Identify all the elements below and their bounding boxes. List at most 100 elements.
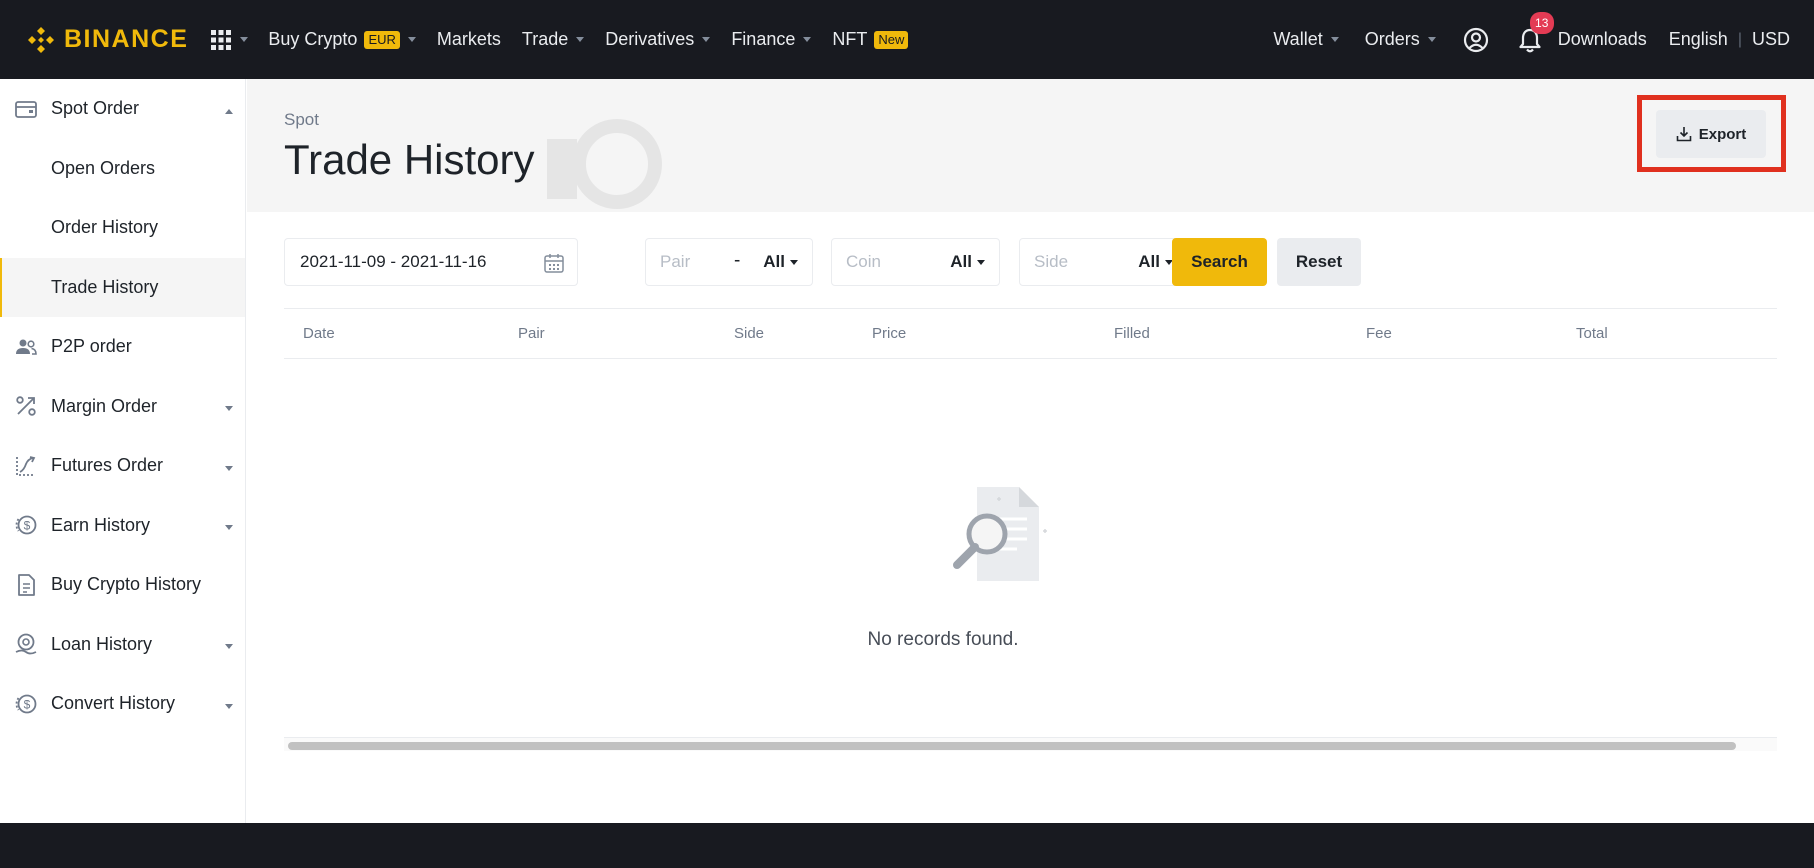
account-button[interactable]: [1462, 26, 1490, 54]
coin-select[interactable]: Coin All: [831, 238, 1000, 286]
sidebar-item-label: Futures Order: [51, 455, 164, 476]
horizontal-scrollbar[interactable]: [284, 737, 1777, 751]
coin-placeholder: Coin: [846, 252, 881, 271]
no-records-illustration: [953, 487, 1047, 581]
top-navigation-bar: BINANCE Buy Crypto EUR Markets Trade Der…: [0, 0, 1814, 79]
sidebar-item-label: Loan History: [51, 633, 153, 654]
convert-icon: $: [15, 694, 37, 714]
currency-selector[interactable]: USD: [1752, 29, 1790, 50]
nav-label: Finance: [731, 29, 796, 49]
sidebar-item-p2p-order[interactable]: P2P order: [0, 317, 245, 377]
binance-logo-icon: [28, 26, 54, 53]
export-button[interactable]: Export: [1656, 110, 1766, 158]
pair-coin-separator: -: [734, 250, 741, 271]
export-label: Export: [1698, 125, 1747, 143]
sidebar-item-earn-history[interactable]: $ Earn History: [0, 496, 245, 556]
column-header-filled: Filled: [1114, 325, 1150, 342]
chevron-down-icon: [225, 703, 233, 709]
side-value-text: All: [1138, 252, 1160, 271]
currency-badge: EUR: [364, 30, 400, 49]
chevron-down-icon: [1330, 37, 1339, 42]
chevron-down-icon: [225, 465, 233, 471]
page-header: Spot Trade History Export: [247, 79, 1814, 212]
sidebar-item-label: Trade History: [51, 276, 159, 297]
dollar-circle-icon: $: [15, 515, 37, 535]
sidebar-item-open-orders[interactable]: Open Orders: [0, 139, 245, 199]
page-title: Trade History: [284, 136, 535, 183]
sidebar-item-label: Open Orders: [51, 157, 156, 178]
chevron-down-icon: [576, 37, 585, 42]
side-select[interactable]: Side All: [1019, 238, 1188, 286]
notifications-button[interactable]: 13: [1516, 11, 1554, 54]
sidebar-item-label: Buy Crypto History: [51, 574, 202, 595]
user-circle-icon: [1463, 27, 1488, 52]
sidebar-item-label: P2P order: [51, 336, 132, 357]
chevron-down-icon: [702, 37, 711, 42]
sidebar-item-convert-history[interactable]: $ Convert History: [0, 674, 245, 734]
sidebar-item-trade-history[interactable]: Trade History: [0, 257, 245, 317]
chevron-down-icon: [225, 644, 233, 650]
watermark-graphic: [547, 119, 662, 209]
column-header-fee: Fee: [1366, 325, 1392, 342]
pair-value: All: [763, 252, 798, 272]
filter-bar: 2021-11-09 - 2021-11-16 Pair All - Coin …: [284, 238, 1814, 286]
nav-derivatives[interactable]: Derivatives: [605, 29, 711, 50]
sidebar-item-label: Convert History: [51, 693, 176, 714]
sidebar-item-label: Earn History: [51, 514, 151, 535]
nav-label: Markets: [436, 29, 501, 49]
chevron-down-icon: [407, 37, 416, 42]
main-content: Spot Trade History Export 2021-11-09 - 2…: [247, 79, 1814, 823]
new-badge: New: [874, 30, 909, 49]
column-header-price: Price: [872, 325, 907, 342]
date-range-picker[interactable]: 2021-11-09 - 2021-11-16: [284, 238, 578, 286]
scrollbar-thumb[interactable]: [288, 742, 1736, 750]
chevron-down-icon: [240, 37, 249, 42]
nav-label: Trade: [521, 29, 569, 49]
nav-label: Derivatives: [605, 29, 695, 49]
reset-button[interactable]: Reset: [1277, 238, 1361, 286]
nav-markets[interactable]: Markets: [437, 29, 501, 50]
wallet-menu[interactable]: Wallet: [1273, 29, 1339, 50]
download-icon: [1676, 127, 1692, 142]
side-value: All: [1138, 252, 1173, 272]
sidebar-item-margin-order[interactable]: Margin Order: [0, 377, 245, 437]
chevron-down-icon: [803, 37, 812, 42]
sidebar-item-buy-crypto-history[interactable]: Buy Crypto History: [0, 555, 245, 615]
coin-value: All: [950, 252, 985, 272]
grid-icon: [211, 29, 232, 50]
pair-select[interactable]: Pair All: [645, 238, 813, 286]
calendar-icon: [544, 254, 564, 273]
percent-icon: [16, 396, 36, 416]
chevron-down-icon: [225, 406, 233, 412]
sidebar-item-label: Order History: [51, 217, 159, 238]
nav-nft[interactable]: NFT New: [832, 29, 909, 50]
nav-buy-crypto[interactable]: Buy Crypto EUR: [268, 29, 416, 50]
divider: |: [1737, 30, 1742, 48]
notification-count-badge: 13: [1529, 11, 1554, 34]
pair-value-text: All: [763, 252, 785, 271]
sidebar-item-label: Margin Order: [51, 395, 158, 416]
search-button[interactable]: Search: [1172, 238, 1267, 286]
nav-finance[interactable]: Finance: [731, 29, 812, 50]
sidebar-item-futures-order[interactable]: Futures Order: [0, 436, 245, 496]
sidebar-item-order-history[interactable]: Order History: [0, 198, 245, 258]
apps-menu-button[interactable]: [210, 29, 249, 51]
main-nav: Buy Crypto EUR Markets Trade Derivatives…: [268, 29, 929, 50]
binance-logo[interactable]: BINANCE: [26, 25, 188, 55]
breadcrumb[interactable]: Spot: [284, 110, 319, 130]
orders-label: Orders: [1364, 29, 1420, 49]
chevron-up-icon: [225, 108, 233, 114]
table-header: Date Pair Side Price Filled Fee Total: [284, 308, 1777, 359]
nav-trade[interactable]: Trade: [521, 29, 585, 50]
orders-menu[interactable]: Orders: [1365, 29, 1436, 50]
sidebar-item-spot-order[interactable]: Spot Order: [0, 79, 245, 139]
coin-value-text: All: [950, 252, 972, 271]
date-range-value: 2021-11-09 - 2021-11-16: [300, 252, 487, 271]
column-header-side: Side: [734, 325, 765, 342]
language-selector[interactable]: English: [1669, 29, 1728, 50]
downloads-link[interactable]: Downloads: [1558, 29, 1647, 50]
loan-icon: [15, 633, 37, 655]
chevron-down-icon: [790, 259, 798, 265]
sidebar-item-loan-history[interactable]: Loan History: [0, 615, 245, 675]
footer-bar: [0, 823, 1814, 868]
